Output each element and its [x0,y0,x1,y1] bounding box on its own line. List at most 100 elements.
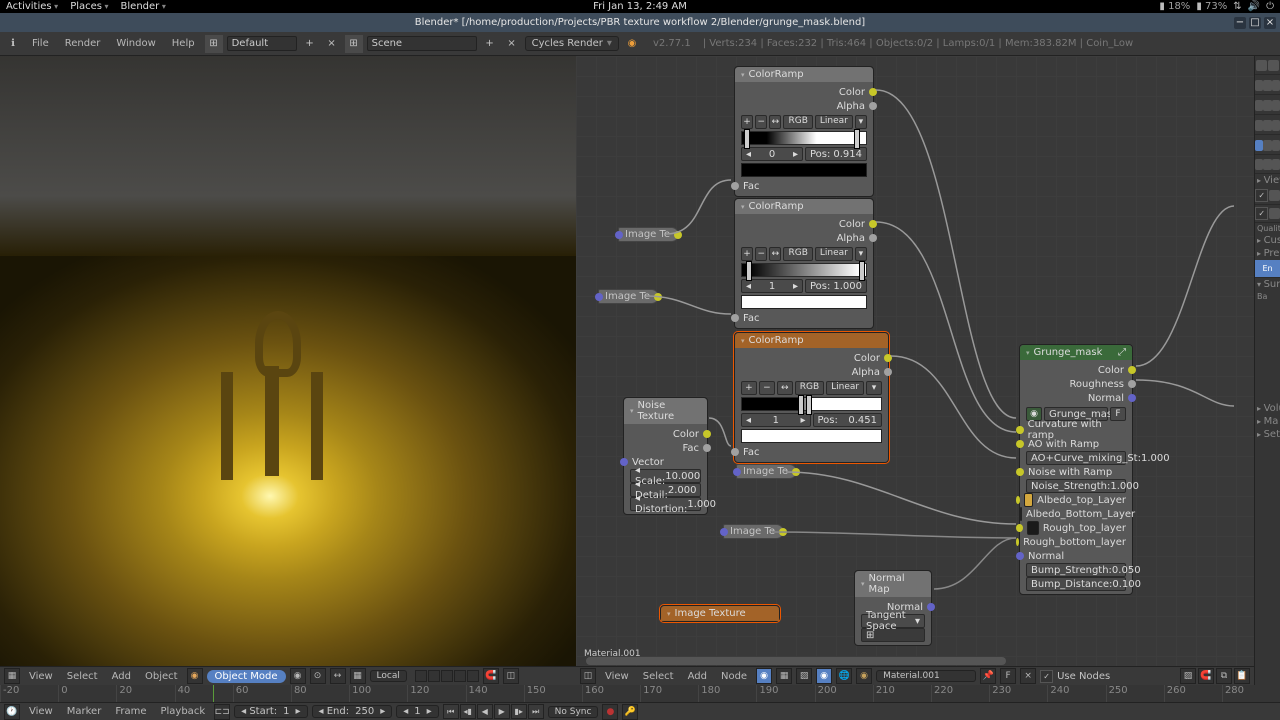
preview-checkbox[interactable]: ✓ [1255,189,1268,202]
properties-panel[interactable]: ▸ View ✓ ✓ Quality ▸ Cust ▸ Prev En ▾ Su… [1254,56,1280,685]
remove-scene-icon[interactable]: × [503,35,521,53]
panel-volu[interactable]: ▸ Volu [1255,402,1280,415]
tl-playback-menu[interactable]: Playback [155,705,210,718]
color-ramp-node-1[interactable]: ▾ColorRamp Color Alpha +−↔RGBLinear▾ ◂0▸… [734,66,874,197]
tl-range-icon[interactable]: ⊏⊐ [214,704,230,720]
ramp1-mode-dropdown[interactable]: RGB [783,115,812,129]
screen-layout-field[interactable]: Default [227,36,297,51]
object-menu[interactable]: Object [140,670,183,683]
ramp3-add-icon[interactable]: + [741,381,757,395]
jump-start-icon[interactable]: ⏮ [443,704,459,719]
copy-nodes-icon[interactable]: ⧉ [1216,668,1232,684]
material-name-field[interactable]: Material.001 [876,670,976,682]
normal-map-node[interactable]: ▾Normal Map Normal Tangent Space▾ ⊞ [854,570,932,646]
layer-btn-2[interactable] [428,670,440,682]
use-nodes-checkbox[interactable]: ✓ [1040,670,1053,683]
screen-browse-icon[interactable]: ⊞ [205,35,223,53]
panel-surf[interactable]: ▾ Surf [1255,278,1280,291]
tl-marker-menu[interactable]: Marker [62,705,107,718]
image-texture-node-bottom[interactable]: ▾Image Texture [660,605,780,622]
ramp3-mode-dropdown[interactable]: RGB [795,381,824,395]
scene-name-field[interactable]: Scene [367,36,477,51]
ne-select-menu[interactable]: Select [638,670,679,683]
layer-btn-5[interactable] [467,670,479,682]
file-menu[interactable]: File [26,36,55,51]
ao-curve-mixing-field[interactable]: AO+Curve_mixing_St:1.000 [1026,451,1126,465]
volume-icon[interactable]: 🔊 [1248,1,1260,12]
ramp2-tools-icon[interactable]: ▾ [855,247,867,261]
app-menu[interactable]: Blender [121,1,166,12]
window-close-icon[interactable]: × [1264,17,1276,29]
editor-type-timeline-icon[interactable]: 🕐 [4,704,20,720]
autokey-icon[interactable]: ● [602,704,618,720]
transform-orientation-dropdown[interactable]: Local [370,670,407,682]
ne-node-menu[interactable]: Node [716,670,752,683]
world-shader-icon[interactable]: 🌐 [836,668,852,684]
noise-texture-node[interactable]: ▾Noise Texture Color Fac Vector ◂ Scale:… [623,397,708,515]
tl-frame-menu[interactable]: Frame [110,705,151,718]
render-menu[interactable]: Render [59,36,107,51]
group-edit-icon[interactable]: ⤢ [1118,347,1126,358]
ramp1-tools-icon[interactable]: ▾ [855,115,867,129]
ramp1-pos-field[interactable]: Pos:0.914 [805,147,867,161]
color-ramp-node-2[interactable]: ▾ColorRamp Color Alpha +−↔RGBLinear▾ ◂1▸… [734,198,874,329]
ramp3-color-swatch[interactable] [741,429,882,443]
noise-strength-field[interactable]: Noise_Strength:1.000 [1026,479,1126,493]
ramp3-remove-icon[interactable]: − [759,381,775,395]
image-texture-node-4[interactable]: Image Te [723,524,784,539]
remove-layout-icon[interactable]: × [323,35,341,53]
ramp1-add-icon[interactable]: + [741,115,753,129]
network-icon[interactable]: ⇅ [1233,1,1241,12]
current-frame-field[interactable]: ◂1▸ [396,705,438,718]
select-menu[interactable]: Select [62,670,103,683]
play-reverse-icon[interactable]: ◀ [477,704,493,719]
power-icon[interactable]: ⏻ [1266,1,1274,12]
ramp2-gradient[interactable] [741,263,867,277]
ramp2-mode-dropdown[interactable]: RGB [783,247,812,261]
tab-render-icon[interactable] [1256,60,1267,71]
object-shader-icon[interactable]: ◉ [816,668,832,684]
ramp1-remove-icon[interactable]: − [755,115,767,129]
panel-prev[interactable]: ▸ Prev [1255,247,1280,260]
layer-btn-4[interactable] [454,670,466,682]
window-maximize-icon[interactable]: □ [1249,17,1261,29]
snap-icon[interactable]: 🧲 [1198,668,1214,684]
timeline-cursor[interactable] [213,685,214,702]
pivot-icon[interactable]: ⊙ [310,668,326,684]
layers-icon[interactable]: ▦ [350,668,366,684]
scene-browse-icon[interactable]: ⊞ [345,35,363,53]
layer-btn-1[interactable] [415,670,427,682]
ramp1-index-field[interactable]: ◂0▸ [741,147,803,161]
ramp3-index-field[interactable]: ◂1▸ [741,413,811,427]
panel-sett[interactable]: ▸ Sett [1255,428,1280,441]
ramp2-remove-icon[interactable]: − [755,247,767,261]
tab-scene-icon[interactable] [1255,80,1263,91]
ramp2-index-field[interactable]: ◂1▸ [741,279,803,293]
remove-material-icon[interactable]: × [1020,668,1036,684]
image-texture-node-2[interactable]: Image Te [598,289,659,304]
ramp1-flip-icon[interactable]: ↔ [769,115,781,129]
tab-object-icon[interactable] [1255,120,1263,131]
timeline-ruler[interactable]: -200204060801001201401501601701801902002… [0,685,1280,702]
editor-type-icon[interactable]: ℹ [4,35,22,53]
mode-icon[interactable]: ◉ [187,668,203,684]
ramp3-tools-icon[interactable]: ▾ [866,381,882,395]
node-editor[interactable]: Material.001 Image Te Image Te Image Te … [576,56,1254,685]
fake-user-icon[interactable]: F [1000,668,1016,684]
panel-cust[interactable]: ▸ Cust [1255,234,1280,247]
end-frame-field[interactable]: ◂ End:250▸ [312,705,393,718]
bump-strength-field[interactable]: Bump_Strength:0.050 [1026,563,1126,577]
ramp2-add-icon[interactable]: + [741,247,753,261]
tab-world-icon[interactable] [1255,100,1263,111]
node-editor-hscrollbar[interactable] [576,656,1254,666]
window-menu[interactable]: Window [110,36,161,51]
panel-view[interactable]: ▸ View [1255,174,1280,187]
ramp1-interp-dropdown[interactable]: Linear [815,115,853,129]
render-engine-dropdown[interactable]: Cycles Render ▾ [525,36,619,51]
tab-material-icon[interactable] [1255,140,1263,151]
sync-mode-dropdown[interactable]: No Sync [548,706,599,718]
color-ramp-node-3[interactable]: ▾ColorRamp Color Alpha +−↔RGBLinear▾ ◂1▸… [734,332,889,463]
add-scene-icon[interactable]: + [481,35,499,53]
keyframe-next-icon[interactable]: ▮▸ [511,704,527,719]
keying-set-icon[interactable]: 🔑 [622,704,638,720]
